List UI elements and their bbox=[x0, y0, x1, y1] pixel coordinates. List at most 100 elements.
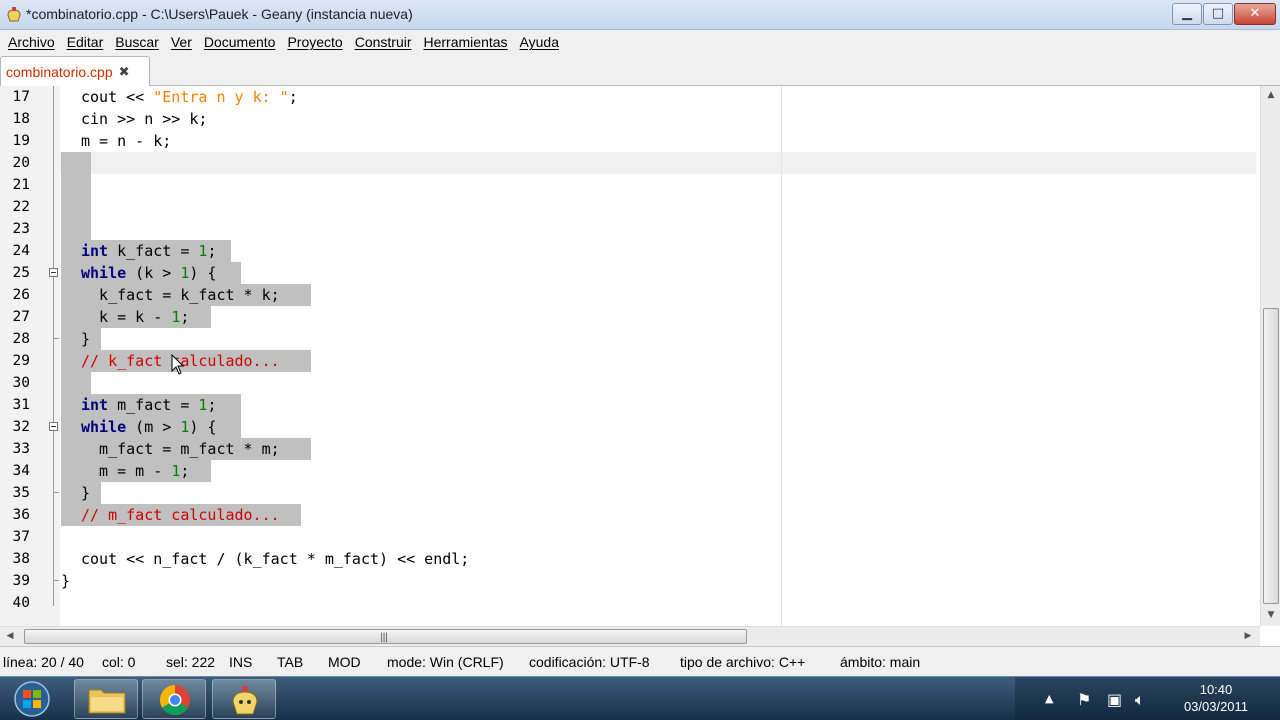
volume-icon[interactable]: 🔈︎ bbox=[1135, 690, 1145, 710]
line-number: 29 bbox=[12, 353, 30, 369]
line-number: 25 bbox=[12, 265, 30, 281]
scroll-up-icon[interactable]: ▲ bbox=[1261, 90, 1280, 100]
line-number: 31 bbox=[12, 397, 30, 413]
line-number: 34 bbox=[12, 463, 30, 479]
status-mode: mode: Win (CRLF) bbox=[387, 654, 504, 670]
windows-start-icon[interactable] bbox=[12, 680, 52, 718]
code-editor[interactable]: 17 18 19 20 21 22 23 24 25 26 27 28 29 3… bbox=[0, 86, 1260, 626]
show-hidden-icons-icon[interactable]: ▲ bbox=[1045, 692, 1053, 705]
status-scope: ámbito: main bbox=[840, 654, 921, 670]
current-line-highlight bbox=[60, 152, 1256, 174]
fold-end-marker bbox=[53, 580, 59, 581]
tab-combinatorio-cpp[interactable]: combinatorio.cpp ✖ bbox=[0, 56, 150, 87]
action-center-flag-icon[interactable]: ⚑ bbox=[1077, 690, 1091, 709]
menu-proyecto[interactable]: Proyecto bbox=[281, 30, 348, 54]
fold-end-marker bbox=[53, 492, 59, 493]
line-number: 28 bbox=[12, 331, 30, 347]
line-number: 26 bbox=[12, 287, 30, 303]
taskbar-geany-button[interactable] bbox=[212, 679, 276, 719]
minimize-button[interactable]: ▁ bbox=[1172, 3, 1202, 25]
menu-ver[interactable]: Ver bbox=[165, 30, 198, 54]
status-bar: línea: 20 / 40 col: 0 sel: 222 INS TAB M… bbox=[0, 646, 1280, 676]
line-number: 36 bbox=[12, 507, 30, 523]
line-number: 20 bbox=[12, 155, 30, 171]
menu-bar: Archivo Editar Buscar Ver Documento Proy… bbox=[0, 30, 1280, 54]
line-number: 35 bbox=[12, 485, 30, 501]
status-tab: TAB bbox=[277, 654, 304, 670]
windows-taskbar: ▲ ⚑ ▣ 🔈︎ 10:40 03/03/2011 bbox=[0, 676, 1280, 720]
code-line[interactable]: // m_fact calculado... bbox=[81, 504, 280, 526]
line-number: 38 bbox=[12, 551, 30, 567]
fold-toggle-icon[interactable] bbox=[49, 422, 58, 431]
scroll-grip-icon: ||| bbox=[380, 632, 388, 643]
code-line[interactable]: while (k > 1) { bbox=[81, 262, 216, 284]
fold-toggle-icon[interactable] bbox=[49, 268, 58, 277]
fold-line bbox=[53, 86, 54, 606]
vertical-scrollbar[interactable]: ▲ ▼ bbox=[1260, 86, 1280, 626]
menu-ayuda[interactable]: Ayuda bbox=[514, 30, 565, 54]
taskbar-chrome-button[interactable] bbox=[142, 679, 206, 719]
line-number: 17 bbox=[12, 89, 30, 105]
fold-end-marker bbox=[53, 338, 59, 339]
minimize-icon: ▁ bbox=[1182, 6, 1192, 21]
tab-close-icon[interactable]: ✖ bbox=[119, 65, 130, 80]
menu-buscar[interactable]: Buscar bbox=[109, 30, 165, 54]
code-line[interactable]: while (m > 1) { bbox=[81, 416, 216, 438]
code-line[interactable]: k = k - 1; bbox=[81, 306, 189, 328]
network-icon[interactable]: ▣ bbox=[1107, 690, 1122, 709]
horizontal-scroll-thumb[interactable]: ||| bbox=[24, 629, 747, 644]
geany-icon bbox=[232, 686, 258, 715]
status-sel: sel: 222 bbox=[166, 654, 216, 670]
line-number: 39 bbox=[12, 573, 30, 589]
code-line[interactable]: } bbox=[81, 482, 90, 504]
status-mod: MOD bbox=[328, 654, 361, 670]
menu-herramientas[interactable]: Herramientas bbox=[418, 30, 514, 54]
taskbar-clock[interactable]: 10:40 03/03/2011 bbox=[1160, 681, 1272, 715]
scroll-down-icon[interactable]: ▼ bbox=[1261, 610, 1280, 620]
status-filetype: tipo de archivo: C++ bbox=[680, 654, 806, 670]
status-col: col: 0 bbox=[102, 654, 136, 670]
menu-archivo[interactable]: Archivo bbox=[2, 30, 61, 54]
window-title: *combinatorio.cpp - C:\Users\Pauek - Gea… bbox=[26, 6, 413, 22]
code-line[interactable]: } bbox=[81, 328, 90, 350]
menu-construir[interactable]: Construir bbox=[349, 30, 418, 54]
code-line[interactable]: cout << "Entra n y k: "; bbox=[81, 86, 298, 108]
close-button[interactable]: ✕ bbox=[1234, 3, 1276, 25]
maximize-icon: □ bbox=[1211, 6, 1225, 21]
status-ins: INS bbox=[229, 654, 253, 670]
line-number: 23 bbox=[12, 221, 30, 237]
selection-block bbox=[61, 152, 91, 240]
tab-label: combinatorio.cpp bbox=[6, 64, 113, 80]
horizontal-scrollbar[interactable]: ◀ ||| ▶ bbox=[0, 626, 1260, 646]
code-line[interactable]: int k_fact = 1; bbox=[81, 240, 216, 262]
maximize-button[interactable]: □ bbox=[1203, 3, 1233, 25]
line-number: 22 bbox=[12, 199, 30, 215]
status-line: línea: 20 / 40 bbox=[3, 654, 84, 670]
line-number: 21 bbox=[12, 177, 30, 193]
code-line[interactable]: cout << n_fact / (k_fact * m_fact) << en… bbox=[81, 548, 469, 570]
code-line[interactable]: k_fact = k_fact * k; bbox=[81, 284, 280, 306]
chrome-icon bbox=[159, 685, 190, 716]
line-number: 18 bbox=[12, 111, 30, 127]
selection-block bbox=[61, 372, 91, 394]
menu-documento[interactable]: Documento bbox=[198, 30, 282, 54]
menu-editar[interactable]: Editar bbox=[61, 30, 110, 54]
code-line[interactable]: int m_fact = 1; bbox=[81, 394, 216, 416]
scroll-right-icon[interactable]: ▶ bbox=[1238, 631, 1258, 641]
line-number: 32 bbox=[12, 419, 30, 435]
code-line[interactable]: } bbox=[61, 570, 70, 592]
code-line[interactable]: cin >> n >> k; bbox=[81, 108, 207, 130]
long-line-marker bbox=[781, 86, 782, 626]
document-tabs: combinatorio.cpp ✖ bbox=[0, 54, 1280, 87]
scroll-left-icon[interactable]: ◀ bbox=[0, 631, 20, 641]
line-number: 40 bbox=[12, 595, 30, 611]
line-number: 24 bbox=[12, 243, 30, 259]
clock-date: 03/03/2011 bbox=[1183, 699, 1249, 714]
mouse-pointer-icon bbox=[171, 354, 185, 375]
code-line[interactable]: m = m - 1; bbox=[81, 460, 189, 482]
vertical-scroll-thumb[interactable] bbox=[1263, 308, 1279, 604]
title-bar: *combinatorio.cpp - C:\Users\Pauek - Gea… bbox=[0, 0, 1280, 30]
code-line[interactable]: m = n - k; bbox=[81, 130, 171, 152]
code-line[interactable]: m_fact = m_fact * m; bbox=[81, 438, 280, 460]
taskbar-explorer-button[interactable] bbox=[74, 679, 138, 719]
